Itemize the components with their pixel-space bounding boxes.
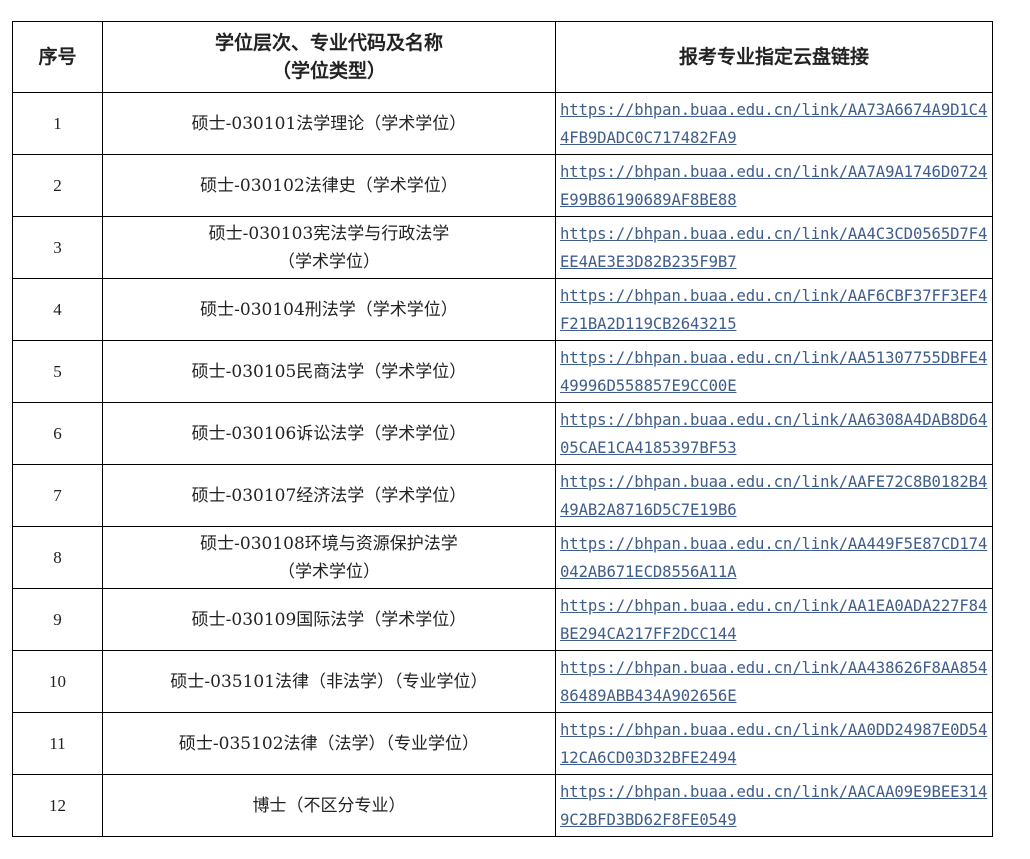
- cloud-disk-link[interactable]: https://bhpan.buaa.edu.cn/link/AA449F5E8…: [560, 530, 992, 586]
- cloud-disk-link[interactable]: https://bhpan.buaa.edu.cn/link/AA4C3CD05…: [560, 220, 992, 276]
- header-link: 报考专业指定云盘链接: [555, 21, 993, 93]
- row-major-line1: 硕士-035102法律（法学）（专业学位）: [178, 733, 480, 754]
- cloud-disk-link[interactable]: https://bhpan.buaa.edu.cn/link/AAF6CBF37…: [560, 282, 992, 338]
- cloud-disk-link[interactable]: https://bhpan.buaa.edu.cn/link/AAFE72C8B…: [560, 468, 992, 524]
- row-index: 8: [12, 526, 103, 589]
- table-row: 5 硕士-030105民商法学（学术学位） https://bhpan.buaa.e…: [12, 340, 993, 403]
- row-link-cell: https://bhpan.buaa.edu.cn/link/AAFE72C8B…: [555, 464, 993, 527]
- row-link-cell: https://bhpan.buaa.edu.cn/link/AA4C3CD05…: [555, 216, 993, 279]
- row-index: 1: [12, 92, 103, 155]
- row-major: 硕士-030101法学理论（学术学位）: [102, 92, 556, 155]
- row-major: 硕士-030107经济法学（学术学位）: [102, 464, 556, 527]
- row-link-cell: https://bhpan.buaa.edu.cn/link/AA6308A4D…: [555, 402, 993, 465]
- row-index: 12: [12, 774, 103, 837]
- row-index: 7: [12, 464, 103, 527]
- row-link-cell: https://bhpan.buaa.edu.cn/link/AA0DD2498…: [555, 712, 993, 775]
- row-link-cell: https://bhpan.buaa.edu.cn/link/AA7A9A174…: [555, 154, 993, 217]
- row-link-cell: https://bhpan.buaa.edu.cn/link/AAF6CBF37…: [555, 278, 993, 341]
- row-major-line1: 硕士-030108环境与资源保护法学: [200, 533, 458, 554]
- cloud-disk-link[interactable]: https://bhpan.buaa.edu.cn/link/AACAA09E9…: [560, 778, 992, 834]
- row-major-line1: 硕士-030104刑法学（学术学位）: [200, 299, 458, 320]
- table-row: 4 硕士-030104刑法学（学术学位） https://bhpan.buaa.ed…: [12, 278, 993, 341]
- cloud-disk-link[interactable]: https://bhpan.buaa.edu.cn/link/AA73A6674…: [560, 96, 992, 152]
- table-row: 12 博士（不区分专业） https://bhpan.buaa.edu.cn/lin…: [12, 774, 993, 837]
- header-major-line1: 学位层次、专业代码及名称: [214, 32, 443, 54]
- row-link-cell: https://bhpan.buaa.edu.cn/link/AA438626F…: [555, 650, 993, 713]
- row-major-line2: （学术学位）: [278, 251, 380, 272]
- table-row: 9 硕士-030109国际法学（学术学位） https://bhpan.buaa.e…: [12, 588, 993, 651]
- cloud-disk-link[interactable]: https://bhpan.buaa.edu.cn/link/AA5130775…: [560, 344, 992, 400]
- row-index: 9: [12, 588, 103, 651]
- table-row: 6 硕士-030106诉讼法学（学术学位） https://bhpan.buaa.e…: [12, 402, 993, 465]
- row-link-cell: https://bhpan.buaa.edu.cn/link/AA5130775…: [555, 340, 993, 403]
- row-major: 硕士-030102法律史（学术学位）: [102, 154, 556, 217]
- cloud-disk-link[interactable]: https://bhpan.buaa.edu.cn/link/AA1EA0ADA…: [560, 592, 992, 648]
- table-row: 2 硕士-030102法律史（学术学位） https://bhpan.buaa.ed…: [12, 154, 993, 217]
- table-row: 10 硕士-035101法律（非法学）（专业学位） https://bhpan.bu…: [12, 650, 993, 713]
- row-major-line1: 硕士-030102法律史（学术学位）: [200, 175, 458, 196]
- row-major: 硕士-030103宪法学与行政法学 （学术学位）: [102, 216, 556, 279]
- row-major: 硕士-030108环境与资源保护法学 （学术学位）: [102, 526, 556, 589]
- row-index: 3: [12, 216, 103, 279]
- table-header-row: 序号 学位层次、专业代码及名称 （学位类型） 报考专业指定云盘链接: [12, 21, 993, 93]
- table-row: 1 硕士-030101法学理论（学术学位） https://bhpan.buaa.e…: [12, 92, 993, 155]
- row-major: 硕士-030105民商法学（学术学位）: [102, 340, 556, 403]
- cloud-disk-link[interactable]: https://bhpan.buaa.edu.cn/link/AA6308A4D…: [560, 406, 992, 462]
- header-index: 序号: [12, 21, 103, 93]
- row-link-cell: https://bhpan.buaa.edu.cn/link/AA449F5E8…: [555, 526, 993, 589]
- row-major-line1: 硕士-030106诉讼法学（学术学位）: [191, 423, 467, 444]
- row-major: 博士（不区分专业）: [102, 774, 556, 837]
- row-link-cell: https://bhpan.buaa.edu.cn/link/AA73A6674…: [555, 92, 993, 155]
- row-major-line1: 硕士-030107经济法学（学术学位）: [191, 485, 467, 506]
- row-major: 硕士-030106诉讼法学（学术学位）: [102, 402, 556, 465]
- table-row: 11 硕士-035102法律（法学）（专业学位） https://bhpan.bua…: [12, 712, 993, 775]
- row-major-line1: 硕士-030105民商法学（学术学位）: [191, 361, 467, 382]
- cloud-disk-link[interactable]: https://bhpan.buaa.edu.cn/link/AA438626F…: [560, 654, 992, 710]
- header-major-line2: （学位类型）: [271, 60, 386, 82]
- row-index: 2: [12, 154, 103, 217]
- row-major-line1: 硕士-030101法学理论（学术学位）: [191, 113, 467, 134]
- header-major: 学位层次、专业代码及名称 （学位类型）: [102, 21, 556, 93]
- row-major-line1: 硕士-030109国际法学（学术学位）: [191, 609, 467, 630]
- row-major-line1: 硕士-035101法律（非法学）（专业学位）: [170, 671, 488, 692]
- row-major-line1: 博士（不区分专业）: [252, 795, 406, 816]
- row-link-cell: https://bhpan.buaa.edu.cn/link/AA1EA0ADA…: [555, 588, 993, 651]
- cloud-disk-link[interactable]: https://bhpan.buaa.edu.cn/link/AA7A9A174…: [560, 158, 992, 214]
- row-major: 硕士-035102法律（法学）（专业学位）: [102, 712, 556, 775]
- row-major-line2: （学术学位）: [278, 561, 380, 582]
- row-major-line1: 硕士-030103宪法学与行政法学: [208, 223, 450, 244]
- row-link-cell: https://bhpan.buaa.edu.cn/link/AACAA09E9…: [555, 774, 993, 837]
- program-link-table: 序号 学位层次、专业代码及名称 （学位类型） 报考专业指定云盘链接 1 硕士-03…: [12, 21, 993, 837]
- row-major: 硕士-030109国际法学（学术学位）: [102, 588, 556, 651]
- row-index: 10: [12, 650, 103, 713]
- table-row: 8 硕士-030108环境与资源保护法学 （学术学位） https://bhpan.b…: [12, 526, 993, 589]
- table-row: 7 硕士-030107经济法学（学术学位） https://bhpan.buaa.e…: [12, 464, 993, 527]
- row-major: 硕士-035101法律（非法学）（专业学位）: [102, 650, 556, 713]
- row-major: 硕士-030104刑法学（学术学位）: [102, 278, 556, 341]
- row-index: 5: [12, 340, 103, 403]
- row-index: 11: [12, 712, 103, 775]
- row-index: 4: [12, 278, 103, 341]
- row-index: 6: [12, 402, 103, 465]
- cloud-disk-link[interactable]: https://bhpan.buaa.edu.cn/link/AA0DD2498…: [560, 716, 992, 772]
- table-row: 3 硕士-030103宪法学与行政法学 （学术学位） https://bhpan.bu…: [12, 216, 993, 279]
